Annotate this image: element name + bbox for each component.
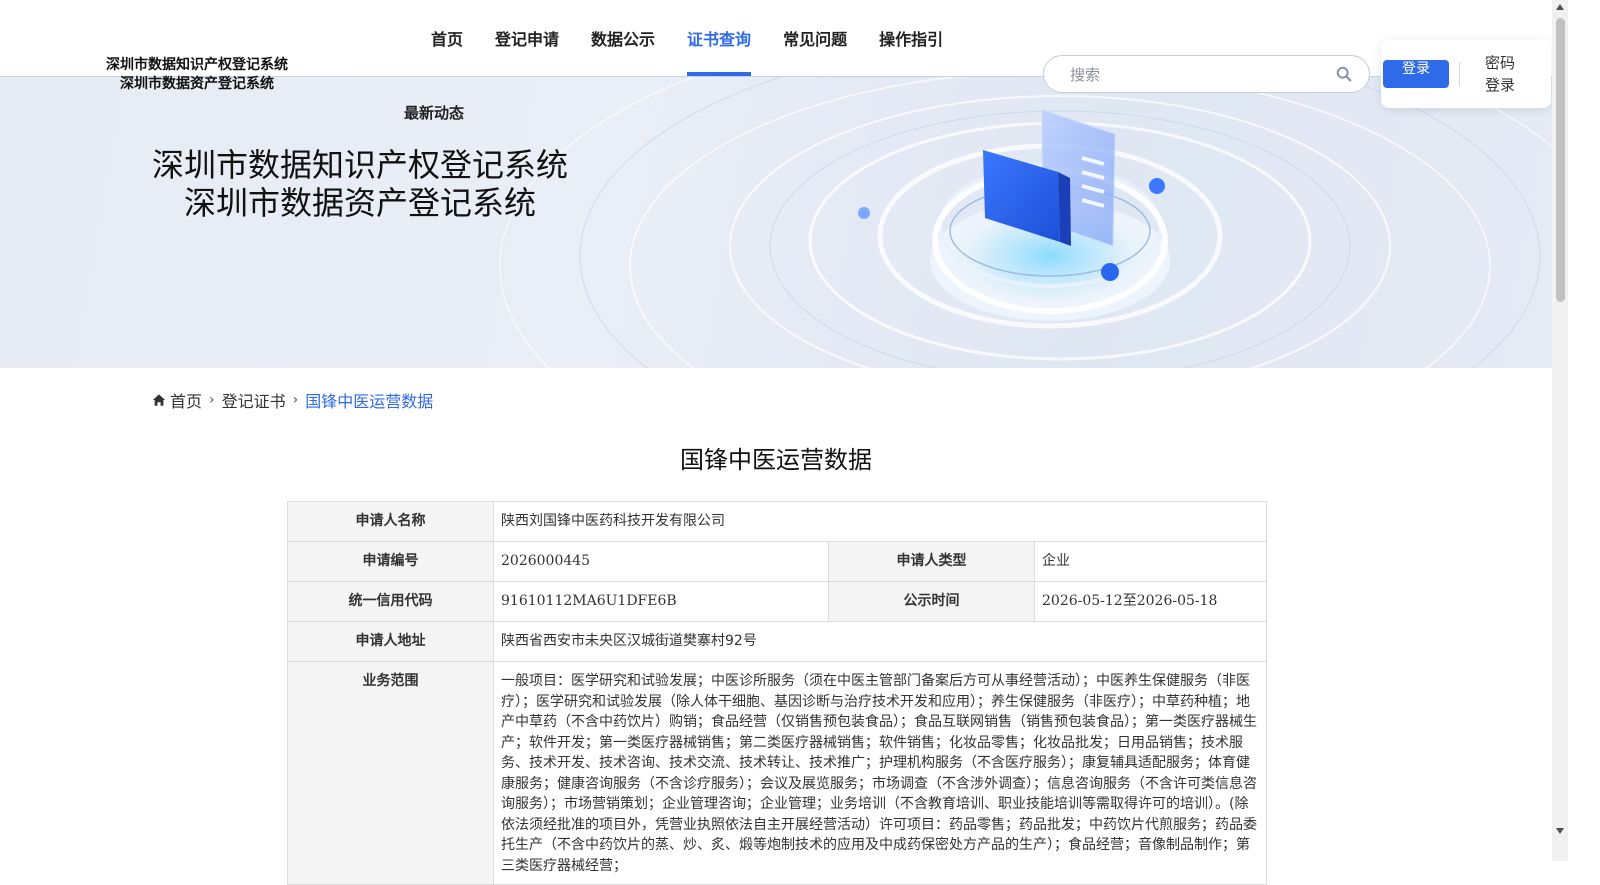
login-divider	[1459, 62, 1460, 86]
business-scope-label: 业务范围	[287, 661, 494, 885]
breadcrumb: 首页 › 登记证书 › 国锋中医运营数据	[152, 388, 433, 412]
breadcrumb-current: 国锋中医运营数据	[305, 392, 434, 411]
publicity-period-label: 公示时间	[828, 581, 1035, 622]
news-label[interactable]: 最新动态	[404, 102, 464, 123]
site-logo[interactable]: 深圳市数据知识产权登记系统 深圳市数据资产登记系统	[86, 56, 308, 94]
hero-banner: 最新动态 深圳市数据知识产权登记系统 深圳市数据资产登记系统	[0, 76, 1552, 368]
scroll-thumb[interactable]	[1556, 18, 1565, 302]
nav-item-certificate-query[interactable]: 证书查询	[671, 0, 767, 76]
breadcrumb-section[interactable]: 登记证书	[222, 388, 286, 412]
address-value: 陕西省西安市未央区汉城街道樊寨村92号	[492, 621, 1268, 662]
table-row: 申请编号 2026000445 申请人类型 企业	[287, 541, 1268, 582]
table-row: 业务范围 一般项目：医学研究和试验发展；中医诊所服务（须在中医主管部门备案后方可…	[287, 661, 1268, 885]
application-no-label: 申请编号	[287, 541, 494, 582]
applicant-name-label: 申请人名称	[287, 501, 494, 542]
search-input[interactable]	[1068, 63, 1322, 87]
credit-code-label: 统一信用代码	[287, 581, 494, 622]
address-label: 申请人地址	[287, 621, 494, 662]
nav-item-guide[interactable]: 操作指引	[863, 0, 959, 76]
breadcrumb-chevron-icon: ›	[209, 392, 215, 408]
business-scope-value: 一般项目：医学研究和试验发展；中医诊所服务（须在中医主管部门备案后方可从事经营活…	[492, 661, 1268, 885]
page-title: 国锋中医运营数据	[680, 446, 872, 474]
banner-illustration	[499, 76, 1552, 368]
banner-title-line-2: 深圳市数据资产登记系统	[183, 184, 536, 222]
nav-item-faq[interactable]: 常见问题	[767, 0, 863, 76]
table-row: 申请人地址 陕西省西安市未央区汉城街道樊寨村92号	[287, 621, 1268, 662]
applicant-type-value: 企业	[1033, 541, 1268, 582]
scroll-down-arrow-icon[interactable]	[1556, 828, 1564, 834]
home-icon	[152, 394, 166, 406]
banner-title: 深圳市数据知识产权登记系统 深圳市数据资产登记系统	[150, 146, 570, 222]
certificate-details-table: 申请人名称 陕西刘国锋中医药科技开发有限公司 申请编号 2026000445 申…	[287, 501, 1268, 885]
breadcrumb-home[interactable]: 首页	[170, 388, 202, 412]
login-button[interactable]: 登录	[1383, 60, 1449, 88]
main-nav: 首页 登记申请 数据公示 证书查询 常见问题 操作指引	[415, 0, 959, 76]
login-panel: 登录 密码登录	[1381, 40, 1551, 108]
logo-line-2: 深圳市数据资产登记系统	[120, 76, 274, 92]
credit-code-value: 91610112MA6U1DFE6B	[493, 581, 829, 622]
banner-title-line-1: 深圳市数据知识产权登记系统	[151, 146, 568, 184]
table-row: 统一信用代码 91610112MA6U1DFE6B 公示时间 2026-05-1…	[287, 581, 1268, 622]
table-row: 申请人名称 陕西刘国锋中医药科技开发有限公司	[287, 501, 1268, 542]
breadcrumb-chevron-icon: ›	[292, 392, 299, 408]
application-no-value: 2026000445	[493, 541, 829, 582]
nav-item-home[interactable]: 首页	[415, 0, 479, 76]
search-icon[interactable]	[1335, 65, 1353, 83]
logo-line-1: 深圳市数据知识产权登记系统	[106, 57, 288, 73]
page-scrollbar[interactable]	[1552, 0, 1568, 861]
password-login-link[interactable]: 密码登录	[1485, 52, 1519, 96]
nav-item-registration[interactable]: 登记申请	[479, 0, 575, 76]
nav-item-data-publicity[interactable]: 数据公示	[575, 0, 671, 76]
applicant-type-label: 申请人类型	[828, 541, 1035, 582]
search-box	[1043, 55, 1370, 93]
applicant-name-value: 陕西刘国锋中医药科技开发有限公司	[492, 501, 1268, 542]
publicity-period-value: 2026-05-12至2026-05-18	[1033, 581, 1268, 622]
scroll-up-arrow-icon[interactable]	[1556, 4, 1564, 10]
